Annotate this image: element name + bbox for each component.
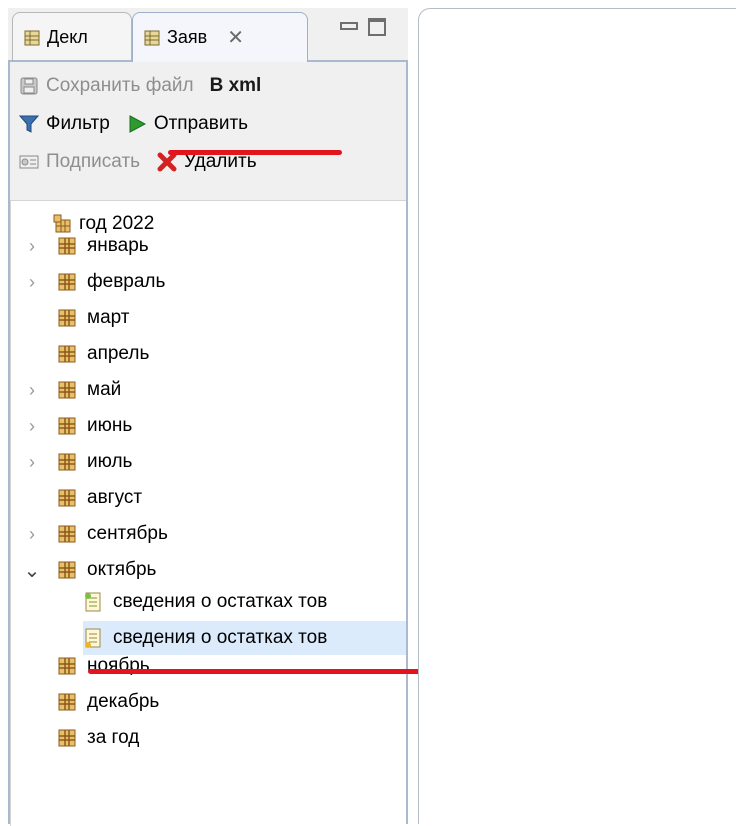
panel-frame: Сохранить файл В xml Фильтр Отправить По… — [8, 60, 408, 826]
send-highlight-underline — [168, 150, 342, 155]
tree-month-row[interactable]: за год — [11, 721, 139, 755]
tree-month-label: январь — [87, 235, 149, 256]
filter-icon — [18, 113, 40, 135]
calendar-grid-icon — [57, 272, 77, 292]
calendar-grid-icon — [57, 728, 77, 748]
tree-month-row[interactable]: март — [11, 301, 391, 335]
tree-month-row[interactable]: › январь — [11, 229, 391, 263]
tree-month-row[interactable]: декабрь — [11, 685, 159, 719]
editor-area — [418, 8, 736, 824]
maximize-icon[interactable] — [368, 18, 386, 36]
toolbar-row-1: Сохранить файл В xml — [18, 70, 277, 102]
table-icon — [23, 29, 41, 47]
chevron-right-icon[interactable]: › — [21, 452, 43, 473]
send-label: Отправить — [153, 113, 249, 134]
document-icon — [83, 592, 103, 612]
calendar-grid-icon — [57, 452, 77, 472]
tree-month-label: за год — [87, 727, 140, 748]
save-icon — [18, 75, 40, 97]
chevron-right-icon[interactable]: › — [21, 524, 43, 545]
table-icon — [143, 29, 161, 47]
calendar-grid-icon — [57, 416, 77, 436]
certificate-icon — [18, 151, 40, 173]
tree-month-row[interactable]: › февраль — [11, 265, 391, 299]
left-panel: Декл Заяв ✕ Сохранить файл В xml Фильтр … — [8, 8, 408, 826]
to-xml-label: В xml — [209, 75, 262, 96]
calendar-grid-icon — [57, 560, 77, 580]
sign-label: Подписать — [46, 151, 141, 172]
calendar-grid-icon — [57, 656, 77, 676]
minimize-icon[interactable] — [340, 22, 358, 30]
tree-month-row[interactable]: › июнь — [11, 409, 391, 443]
tree-month-row[interactable]: › июль — [11, 445, 391, 479]
send-button[interactable]: Отправить — [126, 113, 248, 135]
tree-month-row[interactable]: ⌄ октябрь — [11, 553, 391, 587]
document-icon — [83, 628, 103, 648]
tree-month-label: сентябрь — [87, 523, 168, 544]
calendar-grid-icon — [57, 488, 77, 508]
filter-button[interactable]: Фильтр — [18, 113, 110, 135]
document-label: сведения о остатках тов — [113, 591, 328, 612]
tab-zayav-label: Заяв — [167, 27, 208, 47]
sign-button[interactable]: Подписать — [18, 151, 140, 173]
tree-month-row[interactable]: апрель — [11, 337, 391, 371]
chevron-down-icon[interactable]: ⌄ — [21, 558, 43, 583]
tree-month-label: март — [87, 307, 130, 328]
tree-month-row[interactable]: август — [11, 481, 391, 515]
filter-label: Фильтр — [46, 113, 110, 134]
tree-month-label: июль — [87, 451, 133, 472]
view-controls — [340, 18, 406, 44]
document-label: сведения о остатках тов — [113, 627, 328, 648]
chevron-right-icon[interactable]: › — [21, 380, 43, 401]
list-item[interactable]: сведения о остатках тов — [83, 585, 327, 619]
to-xml-button[interactable]: В xml — [210, 75, 262, 97]
calendar-grid-icon — [57, 380, 77, 400]
save-file-button[interactable]: Сохранить файл — [18, 75, 194, 97]
tree-month-row[interactable]: › май — [11, 373, 391, 407]
tree-month-label: декабрь — [87, 691, 160, 712]
tree-month-label: апрель — [87, 343, 150, 364]
tree-month-row[interactable]: ноябрь — [11, 649, 150, 683]
calendar-grid-icon — [57, 524, 77, 544]
tab-decl-label: Декл — [47, 27, 88, 47]
tree-month-label: февраль — [87, 271, 166, 292]
period-tree: год 2022 › январь › февраль март апрель › май › и… — [10, 200, 406, 826]
tab-decl[interactable]: Декл — [12, 12, 132, 62]
close-icon[interactable]: ✕ — [227, 25, 244, 50]
chevron-right-icon[interactable]: › — [21, 272, 43, 293]
tree-month-label: июнь — [87, 415, 133, 436]
chevron-right-icon[interactable]: › — [21, 416, 43, 437]
toolbar-row-2: Фильтр Отправить — [18, 108, 264, 140]
calendar-grid-icon — [57, 236, 77, 256]
chevron-right-icon[interactable]: › — [21, 236, 43, 257]
save-file-label: Сохранить файл — [46, 75, 194, 96]
tree-month-label: май — [87, 379, 122, 400]
tree-month-label: октябрь — [87, 559, 157, 580]
tab-zayav[interactable]: Заяв ✕ — [132, 12, 308, 62]
selected-row-highlight-underline — [88, 669, 424, 674]
tab-bar: Декл Заяв ✕ — [8, 8, 408, 62]
tree-month-label: август — [87, 487, 143, 508]
tree-month-row[interactable]: › сентябрь — [11, 517, 391, 551]
calendar-grid-icon — [57, 308, 77, 328]
play-icon — [126, 113, 148, 135]
calendar-grid-icon — [57, 692, 77, 712]
calendar-grid-icon — [57, 344, 77, 364]
